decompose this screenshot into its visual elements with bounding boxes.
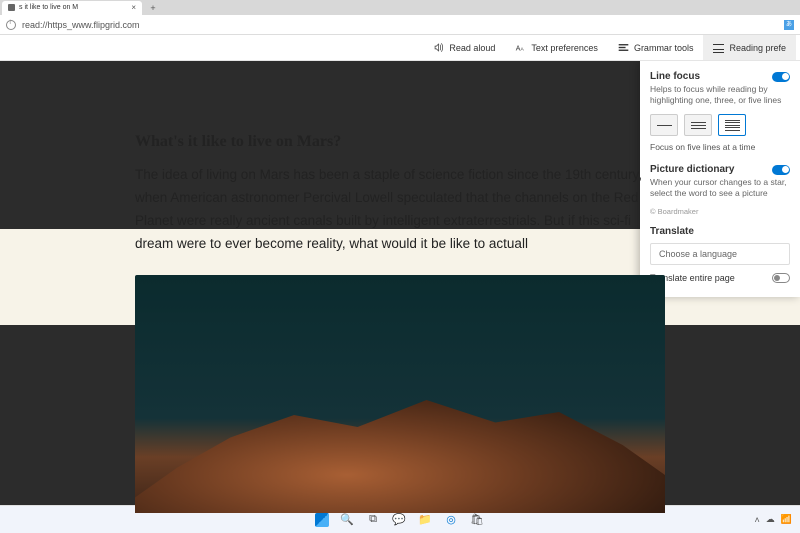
line-focus-three[interactable]: [684, 114, 712, 136]
address-bar: read://https_www.flipgrid.com あ: [0, 15, 800, 35]
system-tray[interactable]: ˄ ☁ 📶: [755, 514, 792, 525]
picture-dictionary-description: When your cursor changes to a star, sele…: [650, 177, 790, 199]
read-aloud-button[interactable]: Read aloud: [423, 35, 505, 60]
tab-strip: s it like to live on M × +: [0, 0, 800, 15]
picture-dictionary-heading: Picture dictionary: [650, 164, 790, 175]
reader-toolbar: Read aloud AA Text preferences Grammar t…: [0, 35, 800, 61]
svg-text:A: A: [521, 46, 525, 52]
cloud-icon[interactable]: ☁: [766, 514, 775, 525]
text-preferences-button[interactable]: AA Text preferences: [505, 35, 608, 60]
text-icon: AA: [515, 42, 526, 53]
line-focus-heading: Line focus: [650, 71, 790, 82]
line-focus-hint: Focus on five lines at a time: [650, 142, 790, 152]
line-focus-five[interactable]: [718, 114, 746, 136]
chat-icon[interactable]: 💬: [391, 512, 407, 528]
line-focus-description: Helps to focus while reading by highligh…: [650, 84, 790, 106]
text-preferences-label: Text preferences: [531, 43, 598, 53]
store-icon[interactable]: 🛍: [469, 512, 485, 528]
line-focus-title: Line focus: [650, 71, 700, 82]
speaker-icon: [433, 42, 444, 53]
read-aloud-label: Read aloud: [449, 43, 495, 53]
task-view-icon[interactable]: ⧉: [365, 512, 381, 528]
browser-tab[interactable]: s it like to live on M ×: [2, 1, 142, 15]
reader-viewport: What's it like to live on Mars? The idea…: [0, 61, 800, 513]
picture-dictionary-credit: © Boardmaker: [650, 207, 790, 216]
site-info-icon[interactable]: [6, 20, 16, 30]
article-hero-image: [135, 275, 665, 513]
grammar-tools-label: Grammar tools: [634, 43, 694, 53]
line-focus-one[interactable]: [650, 114, 678, 136]
translate-heading: Translate: [650, 226, 790, 237]
file-explorer-icon[interactable]: 📁: [417, 512, 433, 528]
article-title: What's it like to live on Mars?: [135, 133, 665, 151]
line-focus-toggle[interactable]: [772, 72, 790, 82]
new-tab-button[interactable]: +: [146, 1, 160, 15]
reading-prefs-icon: [713, 42, 724, 53]
translate-page-toggle[interactable]: [772, 273, 790, 283]
article-body: The idea of living on Mars has been a st…: [135, 163, 665, 255]
tab-title: s it like to live on M: [19, 4, 78, 11]
translate-page-row: Translate entire page: [650, 273, 790, 283]
reading-preferences-button[interactable]: Reading prefe: [703, 35, 796, 60]
tray-chevron-icon[interactable]: ˄: [755, 515, 760, 525]
grammar-tools-button[interactable]: Grammar tools: [608, 35, 704, 60]
tab-close-icon[interactable]: ×: [131, 3, 136, 12]
translate-language-select[interactable]: Choose a language: [650, 243, 790, 265]
grammar-icon: [618, 42, 629, 53]
tab-favicon: [8, 4, 15, 11]
network-icon[interactable]: 📶: [781, 514, 792, 525]
picture-dictionary-toggle[interactable]: [772, 165, 790, 175]
start-button[interactable]: [315, 513, 329, 527]
line-focus-options: [650, 114, 790, 136]
reading-preferences-label: Reading prefe: [729, 43, 786, 53]
edge-icon[interactable]: ◎: [443, 512, 459, 528]
url-field[interactable]: read://https_www.flipgrid.com: [22, 20, 780, 30]
article-paragraph: The idea of living on Mars has been a st…: [135, 163, 665, 255]
translate-page-icon[interactable]: あ: [784, 20, 794, 30]
search-icon[interactable]: 🔍: [339, 512, 355, 528]
